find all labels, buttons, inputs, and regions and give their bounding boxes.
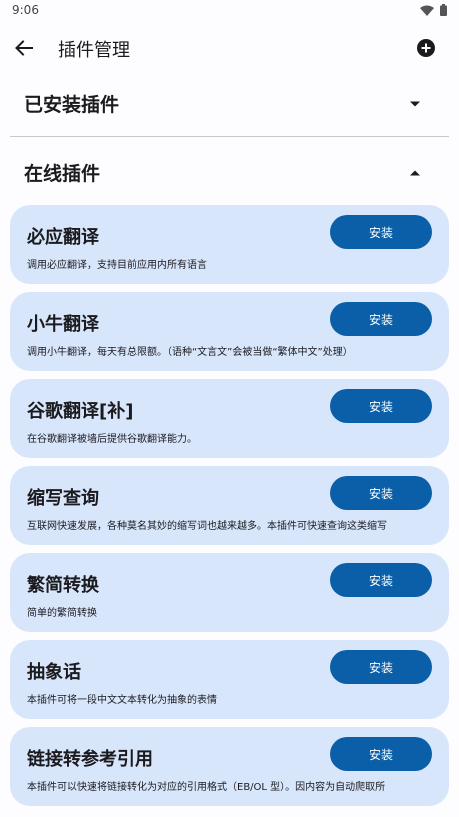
plugin-name: 繁简转换	[27, 575, 99, 596]
plugin-card: 谷歌翻译[补] 安装 在谷歌翻译被墙后提供谷歌翻译能力。	[10, 379, 449, 458]
wifi-icon	[420, 5, 434, 16]
plugin-card: 缩写查询 安装 互联网快速发展，各种莫名其妙的缩写词也越来越多。本插件可快速查询…	[10, 466, 449, 545]
back-button[interactable]	[12, 36, 36, 60]
plugin-name: 抽象话	[27, 662, 81, 683]
caret-up-icon	[410, 170, 420, 176]
installed-plugins-header[interactable]: 已安装插件	[24, 86, 434, 122]
plugin-description: 在谷歌翻译被墙后提供谷歌翻译能力。	[27, 434, 197, 445]
plugin-name: 链接转参考引用	[27, 749, 153, 770]
install-button[interactable]: 安装	[330, 389, 432, 423]
plugin-description: 调用小牛翻译，每天有总限额。（语种“文言文”会被当做“繁体中文”处理）	[27, 347, 353, 358]
plugin-description: 调用必应翻译，支持目前应用内所有语言	[27, 260, 207, 271]
status-icons	[420, 4, 447, 16]
plugin-name: 缩写查询	[27, 488, 99, 509]
plugin-card: 抽象话 安装 本插件可将一段中文文本转化为抽象的表情	[10, 640, 449, 719]
online-plugins-header[interactable]: 在线插件	[24, 155, 434, 191]
plugin-card: 小牛翻译 安装 调用小牛翻译，每天有总限额。（语种“文言文”会被当做“繁体中文”…	[10, 292, 449, 371]
page-title: 插件管理	[58, 40, 130, 61]
install-button[interactable]: 安装	[330, 737, 432, 771]
plugin-name: 小牛翻译	[27, 314, 99, 335]
section-divider	[10, 136, 449, 137]
add-circle-icon	[417, 39, 435, 57]
install-button[interactable]: 安装	[330, 302, 432, 336]
plugin-description: 互联网快速发展，各种莫名其妙的缩写词也越来越多。本插件可快速查询这类缩写	[27, 521, 387, 532]
status-bar: 9:06	[0, 0, 459, 22]
install-button[interactable]: 安装	[330, 476, 432, 510]
battery-icon	[440, 4, 447, 16]
arrow-left-icon	[15, 40, 33, 56]
caret-down-icon	[410, 101, 420, 107]
plugin-description: 简单的繁简转换	[27, 608, 97, 619]
installed-plugins-title: 已安装插件	[24, 94, 120, 116]
plugin-name: 谷歌翻译[补]	[27, 401, 134, 422]
plugin-card: 链接转参考引用 安装 本插件可以快速将链接转化为对应的引用格式（EB/OL 型）…	[10, 727, 449, 806]
plugin-card: 必应翻译 安装 调用必应翻译，支持目前应用内所有语言	[10, 205, 449, 284]
status-time: 9:06	[12, 3, 39, 17]
install-button[interactable]: 安装	[330, 563, 432, 597]
online-plugins-title: 在线插件	[24, 163, 101, 185]
plugin-description: 本插件可将一段中文文本转化为抽象的表情	[27, 695, 217, 706]
online-plugin-list: 必应翻译 安装 调用必应翻译，支持目前应用内所有语言 小牛翻译 安装 调用小牛翻…	[10, 205, 449, 814]
app-bar: 插件管理	[0, 28, 459, 68]
add-plugin-button[interactable]	[415, 37, 437, 59]
plugin-description: 本插件可以快速将链接转化为对应的引用格式（EB/OL 型）。因内容为自动爬取所	[27, 782, 386, 793]
plugin-name: 必应翻译	[27, 227, 99, 248]
install-button[interactable]: 安装	[330, 215, 432, 249]
install-button[interactable]: 安装	[330, 650, 432, 684]
plugin-card: 繁简转换 安装 简单的繁简转换	[10, 553, 449, 632]
